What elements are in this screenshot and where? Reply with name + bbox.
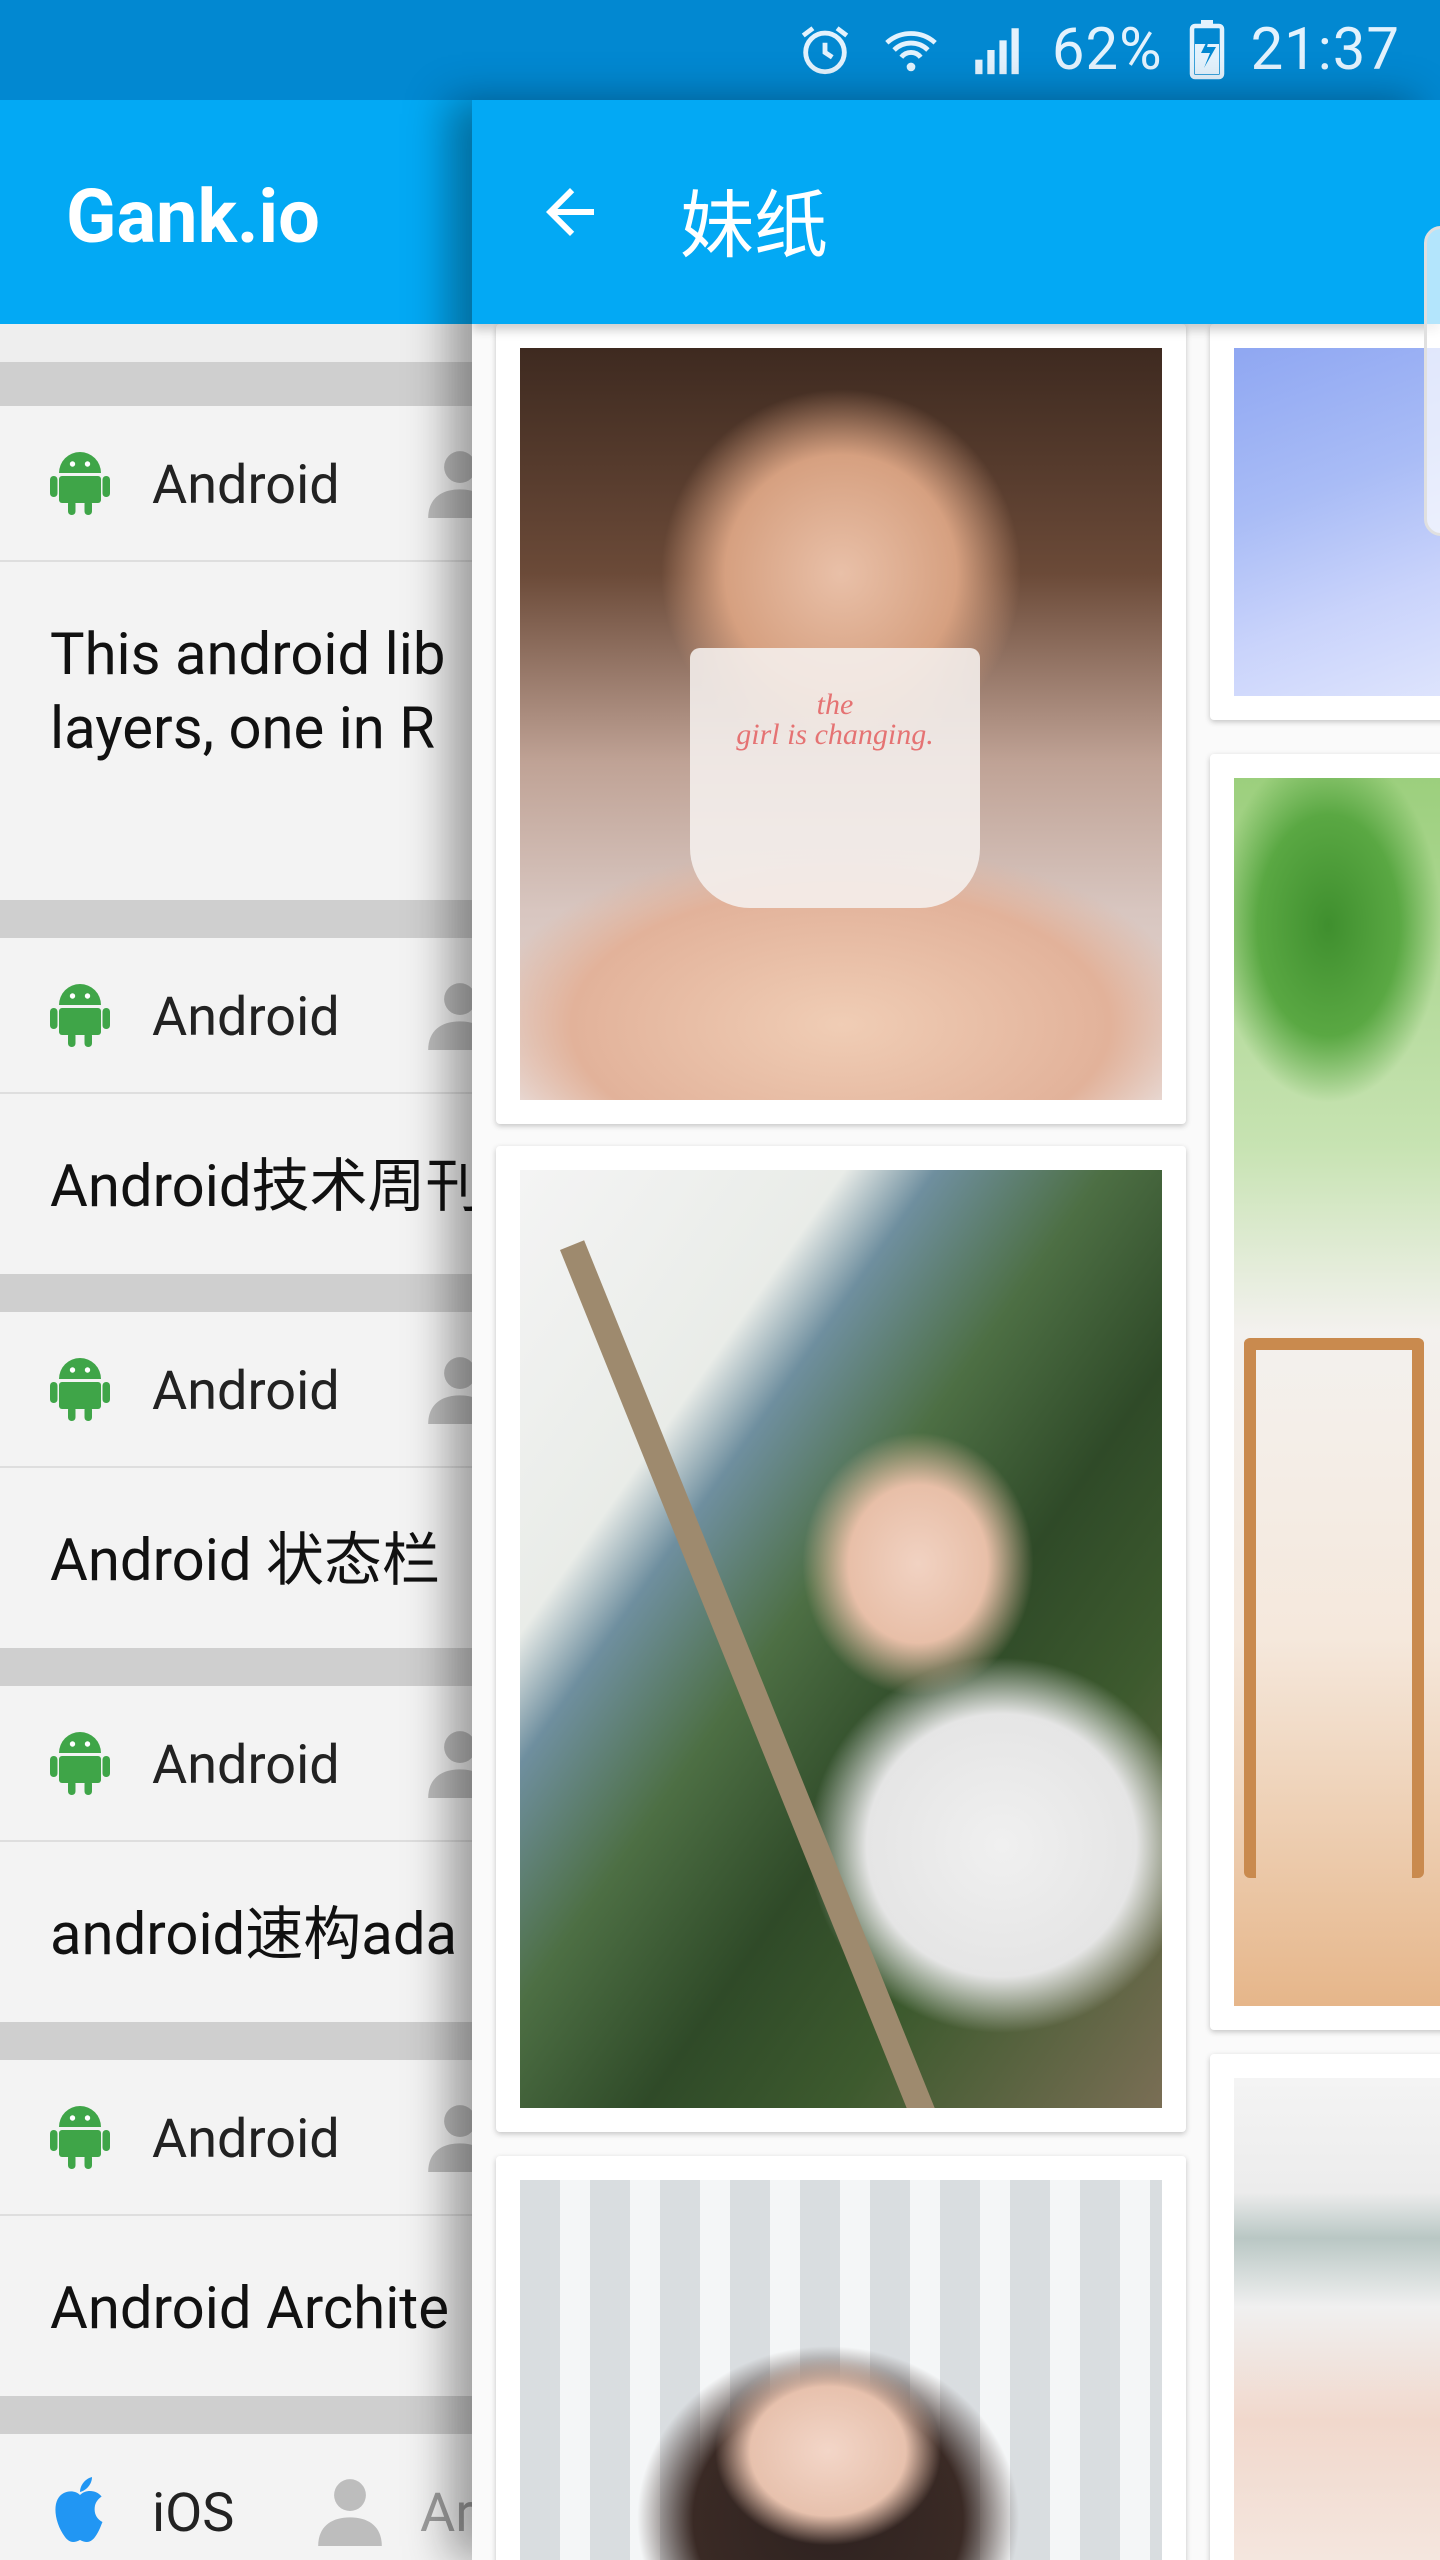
photo — [1234, 348, 1440, 696]
battery-charging-icon — [1189, 20, 1225, 80]
feed-item[interactable]: iOS Ar — [0, 2434, 472, 2560]
author-icon — [428, 2102, 472, 2176]
apple-icon — [50, 2474, 110, 2550]
photo — [520, 2180, 1162, 2560]
feed-text: layers, one in R — [50, 695, 435, 763]
author-name: Ar — [420, 2482, 472, 2545]
photo-fill — [1234, 2078, 1440, 2560]
android-icon — [50, 446, 110, 522]
back-button[interactable] — [532, 176, 612, 248]
category-label: Android — [152, 1360, 340, 1423]
app-title: Gank.io — [66, 174, 320, 261]
photo-card[interactable] — [1210, 2054, 1440, 2560]
clock: 21:37 — [1250, 16, 1400, 84]
feed-item[interactable]: Android Android Archite — [0, 2060, 472, 2396]
feed-item[interactable]: Android Android 状态栏 — [0, 1312, 472, 1648]
photo-fill — [1234, 348, 1440, 696]
divider — [0, 1274, 472, 1312]
android-icon — [50, 1352, 110, 1428]
gallery-app-bar: 妹纸 — [472, 100, 1440, 536]
photo-card[interactable] — [1210, 754, 1440, 2030]
alarm-icon — [796, 21, 854, 79]
feed-text: Android Archite — [50, 2275, 450, 2343]
divider — [0, 2396, 472, 2434]
photo — [520, 1170, 1162, 2108]
category-label: Android — [152, 454, 340, 517]
photo-card[interactable] — [1210, 324, 1440, 720]
chair — [1244, 1338, 1424, 1878]
author-icon — [428, 980, 472, 1054]
edge-handle — [1424, 226, 1440, 536]
cup-text: girl is changing. — [736, 718, 934, 751]
status-bar: 62% 21:37 — [0, 0, 1440, 100]
category-label: Android — [152, 2108, 340, 2171]
feed-item[interactable]: Android This android lib layers, one in … — [0, 406, 472, 900]
photo-card[interactable] — [496, 2156, 1186, 2560]
feed-item[interactable]: Android android速构ada — [0, 1686, 472, 2022]
divider — [0, 2022, 472, 2060]
battery-percent: 62% — [1051, 16, 1163, 84]
author-icon — [428, 1354, 472, 1428]
arrow-back-icon — [532, 188, 608, 252]
screen-title: 妹纸 — [680, 183, 828, 270]
feed-list: Android This android lib layers, one in … — [0, 324, 472, 2560]
feed-item[interactable]: Android Android技术周刊 — [0, 938, 472, 1274]
wifi-icon — [880, 21, 942, 79]
feed-text: Android 状态栏 — [50, 1527, 440, 1595]
android-icon — [50, 1726, 110, 1802]
divider — [0, 362, 472, 406]
android-icon — [50, 978, 110, 1054]
feed-text: android速构ada — [50, 1901, 458, 1969]
photo — [1234, 778, 1440, 2006]
category-label: Android — [152, 986, 340, 1049]
photo-card[interactable]: the girl is changing. — [496, 324, 1186, 1124]
feed-text: This android lib — [50, 621, 446, 689]
cup: the girl is changing. — [690, 648, 980, 908]
author-icon — [428, 1728, 472, 1802]
cup-text: the — [816, 688, 854, 721]
signal-icon — [968, 21, 1026, 79]
category-label: iOS — [152, 2482, 235, 2545]
photo: the girl is changing. — [520, 348, 1162, 1100]
tree-branch — [560, 1240, 959, 2108]
feed-text: Android技术周刊 — [50, 1153, 472, 1221]
photo — [1234, 2078, 1440, 2560]
android-icon — [50, 2100, 110, 2176]
photo-card[interactable] — [496, 1146, 1186, 2132]
divider — [0, 900, 472, 938]
category-label: Android — [152, 1734, 340, 1797]
author-icon — [428, 448, 472, 522]
girls-gallery-screen: 妹纸 the girl is changing. — [472, 100, 1440, 2560]
author-icon — [318, 2476, 382, 2550]
divider — [0, 1648, 472, 1686]
